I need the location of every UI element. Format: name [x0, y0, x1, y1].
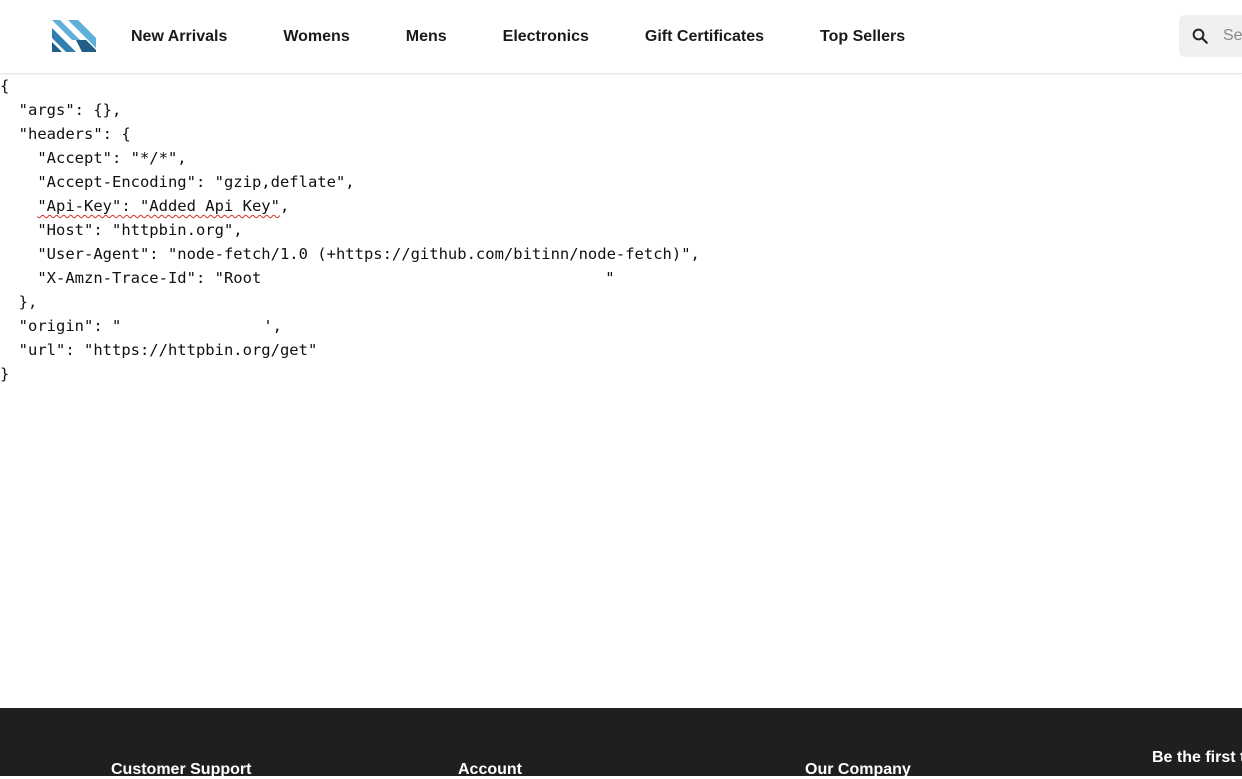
json-line: },: [0, 293, 38, 311]
json-line-origin: "origin": " ',: [0, 314, 700, 338]
json-line-api-key: "Api-Key": "Added Api Key",: [0, 194, 700, 218]
json-text: "origin": ": [0, 317, 122, 335]
search-icon[interactable]: [1191, 27, 1209, 45]
json-punct: ,: [279, 197, 290, 215]
nav-top-sellers[interactable]: Top Sellers: [820, 28, 905, 46]
json-text: "X-Amzn-Trace-Id": "Root: [0, 269, 262, 287]
nav-electronics[interactable]: Electronics: [503, 28, 589, 46]
nav-new-arrivals[interactable]: New Arrivals: [131, 28, 227, 46]
json-line: "User-Agent": "node-fetch/1.0 (+https://…: [0, 245, 700, 263]
footer-account-heading: Account: [458, 761, 522, 778]
search-input[interactable]: [1223, 15, 1242, 57]
json-text: ',: [263, 317, 282, 335]
api-key-entry: "Api-Key": "Added Api Key": [37, 197, 280, 215]
nav-gift-certificates[interactable]: Gift Certificates: [645, 28, 764, 46]
json-line: }: [0, 365, 10, 383]
newsletter-heading: Be the first t: [1152, 749, 1242, 766]
json-line: {: [0, 77, 10, 95]
nav-womens[interactable]: Womens: [283, 28, 349, 46]
json-text: ": [605, 269, 615, 287]
json-line: "Host": "httpbin.org",: [0, 221, 243, 239]
nav-mens[interactable]: Mens: [406, 28, 447, 46]
json-line: "Accept": "*/*",: [0, 149, 187, 167]
search-box[interactable]: [1179, 15, 1242, 57]
footer-customer-support-heading: Customer Support: [111, 761, 252, 778]
json-line-trace-id: "X-Amzn-Trace-Id": "Root ": [0, 266, 700, 290]
site-footer: Customer Support Account Our Company Be …: [0, 708, 1242, 778]
brand-logo[interactable]: [52, 20, 96, 52]
json-response: { "args": {}, "headers": { "Accept": "*/…: [0, 74, 700, 386]
json-line: "headers": {: [0, 125, 131, 143]
site-header: New Arrivals Womens Mens Electronics Gif…: [0, 0, 1242, 74]
footer-our-company-heading: Our Company: [805, 761, 911, 778]
main-nav: New Arrivals Womens Mens Electronics Gif…: [131, 0, 961, 73]
json-line: "Accept-Encoding": "gzip,deflate",: [0, 173, 355, 191]
json-line: "url": "https://httpbin.org/get": [0, 341, 318, 359]
json-line: "args": {},: [0, 101, 122, 119]
